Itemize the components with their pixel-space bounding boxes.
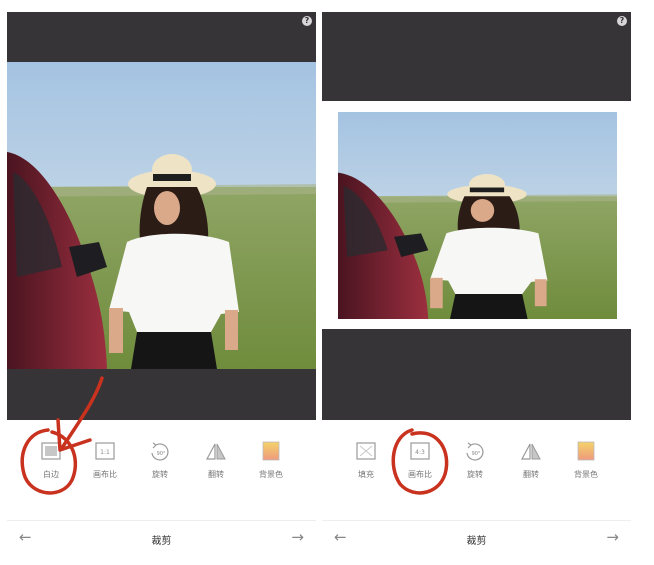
crop-toolbar: 填充 4:3 画布比 90° 旋转 翻转 背景色 <box>322 440 631 490</box>
bottom-nav-bar: ← 裁剪 → <box>322 520 631 557</box>
crop-toolbar: 白边 1:1 画布比 90° 旋转 翻转 背景色 <box>7 440 316 490</box>
tool-flip[interactable]: 翻转 <box>191 440 241 480</box>
forward-arrow-icon[interactable]: → <box>291 529 304 545</box>
forward-arrow-icon[interactable]: → <box>606 529 619 545</box>
ratio-badge: 1:1 <box>100 449 110 456</box>
tool-canvas-ratio[interactable]: 1:1 画布比 <box>80 440 130 480</box>
flip-icon <box>206 443 226 460</box>
tool-rotate[interactable]: 90° 旋转 <box>450 440 500 480</box>
rotate-icon: 90° <box>151 442 169 461</box>
tool-fill[interactable]: 填充 <box>341 440 391 480</box>
tool-label: 白边 <box>43 470 59 479</box>
tool-background-color[interactable]: 背景色 <box>561 440 611 480</box>
fill-icon <box>356 442 376 460</box>
tool-label: 画布比 <box>93 470 117 479</box>
flip-icon <box>521 443 541 460</box>
photo <box>338 112 617 319</box>
canvas-ratio-icon: 4:3 <box>410 442 430 460</box>
help-icon[interactable]: ? <box>617 16 627 26</box>
tool-label: 翻转 <box>208 470 224 479</box>
bottom-nav-bar: ← 裁剪 → <box>7 520 316 557</box>
editor-canvas: ? <box>322 12 631 420</box>
tool-label: 背景色 <box>259 470 283 479</box>
rotate-badge: 90° <box>157 451 166 457</box>
page-title: 裁剪 <box>466 536 487 547</box>
rotate-badge: 90° <box>472 451 481 457</box>
tool-canvas-ratio[interactable]: 4:3 画布比 <box>395 440 445 480</box>
rotate-icon: 90° <box>466 442 484 461</box>
background-color-icon <box>577 441 595 461</box>
tool-background-color[interactable]: 背景色 <box>246 440 296 480</box>
tool-label: 翻转 <box>523 470 539 479</box>
white-border-icon <box>41 442 61 460</box>
tool-label: 画布比 <box>408 470 432 479</box>
tool-label: 填充 <box>358 470 374 479</box>
editor-canvas: ? <box>7 12 316 420</box>
tool-rotate[interactable]: 90° 旋转 <box>135 440 185 480</box>
help-icon[interactable]: ? <box>302 16 312 26</box>
tool-label: 旋转 <box>152 470 168 479</box>
right-phone-panel: ? 填充 4:3 画布比 90° 旋转 翻转 背景色 ← 裁剪 → <box>322 0 631 565</box>
left-phone-panel: ? 白边 1:1 画布比 90° 旋转 翻转 背景色 ← 裁剪 → <box>7 0 316 565</box>
page-title: 裁剪 <box>151 536 172 547</box>
background-color-icon <box>262 441 280 461</box>
tool-white-border[interactable]: 白边 <box>26 440 76 480</box>
tool-flip[interactable]: 翻转 <box>506 440 556 480</box>
photo <box>7 62 316 369</box>
ratio-badge: 4:3 <box>415 449 425 456</box>
tool-label: 旋转 <box>467 470 483 479</box>
canvas-ratio-icon: 1:1 <box>95 442 115 460</box>
tool-label: 背景色 <box>574 470 598 479</box>
